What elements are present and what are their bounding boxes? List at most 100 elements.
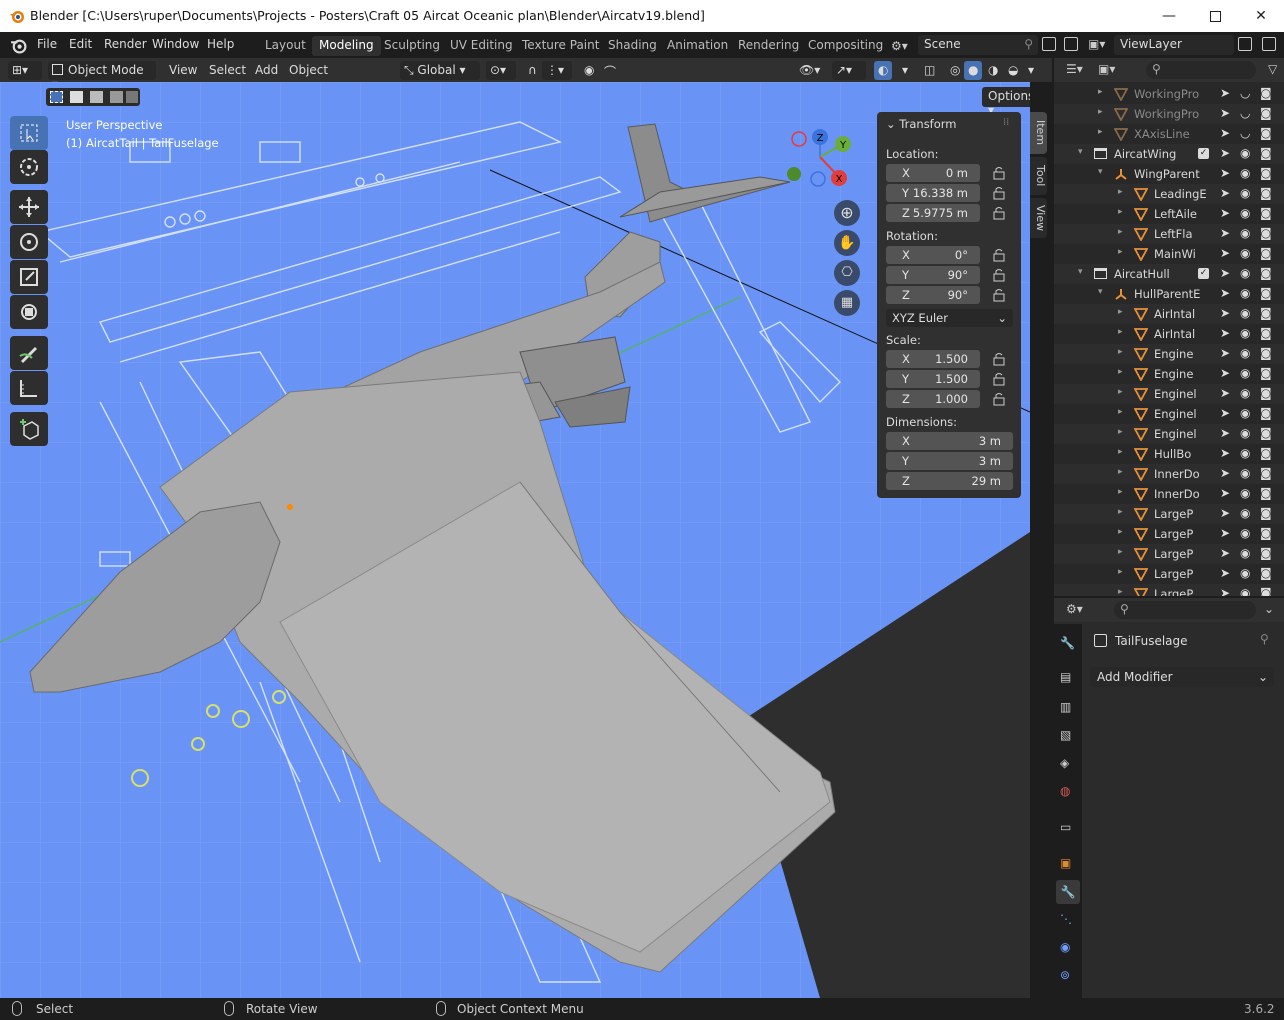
camera-render-icon[interactable]: ◙ [1260,566,1272,580]
chevron-right-icon[interactable]: ▸ [1118,387,1123,397]
location-z-field[interactable]: Z 5.9775 m [886,204,980,222]
select-arrow-icon[interactable]: ➤ [1220,366,1230,380]
shading-material-icon[interactable]: ◑ [984,61,1002,80]
eye-icon[interactable]: ◉ [1240,406,1250,420]
chevron-right-icon[interactable]: ▸ [1118,187,1123,197]
camera-render-icon[interactable]: ◙ [1260,506,1272,520]
hidden-eye-icon[interactable]: ◡ [1240,126,1250,140]
tool-rotate[interactable] [10,225,48,259]
menu-edit[interactable]: Edit [69,37,92,51]
properties-editor-icon[interactable]: ⚙▾ [1066,602,1083,616]
outliner-row[interactable]: ▸ InnerDo ➤ ◉ ◙ [1054,464,1284,484]
eye-icon[interactable]: ◉ [1240,366,1250,380]
outliner-editor-icon[interactable]: ☰▾ [1066,62,1083,76]
outliner-row[interactable]: ▸ LeftAile ➤ ◉ ◙ [1054,204,1284,224]
select-invert-icon[interactable] [110,91,123,103]
gizmo-neg-y[interactable] [787,167,801,181]
select-arrow-icon[interactable]: ➤ [1220,226,1230,240]
falloff-icon[interactable]: ⌒ [600,61,620,80]
outliner-row[interactable]: ▸ Engine ➤ ◉ ◙ [1054,364,1284,384]
dimensions-x-field[interactable]: X 3 m [886,432,1013,450]
dimensions-z-field[interactable]: Z 29 m [886,472,1013,490]
scene-tab-icon[interactable]: ◈ [1060,756,1069,770]
camera-render-icon[interactable]: ◙ [1260,286,1272,300]
chevron-right-icon[interactable]: ▸ [1118,367,1123,377]
outliner-row[interactable]: ▸ LeadingE ➤ ◉ ◙ [1054,184,1284,204]
menu-window[interactable]: Window [152,37,199,51]
menu-view[interactable]: View [165,61,201,80]
minimize-button[interactable]: — [1146,0,1192,32]
camera-render-icon[interactable]: ◙ [1260,266,1272,280]
scale-y-field[interactable]: Y 1.500 [886,370,980,388]
chevron-right-icon[interactable]: ▸ [1118,547,1123,557]
eye-icon[interactable]: ◉ [1240,566,1250,580]
eye-icon[interactable]: ◉ [1240,506,1250,520]
snap-icon[interactable]: ∩ [524,61,541,80]
eye-icon[interactable]: ◉ [1240,206,1250,220]
outliner-row[interactable]: ▸ Enginel ➤ ◉ ◙ [1054,424,1284,444]
eye-icon[interactable]: ◉ [1240,326,1250,340]
select-arrow-icon[interactable]: ➤ [1220,406,1230,420]
select-extend-icon[interactable] [70,91,83,103]
camera-render-icon[interactable]: ◙ [1260,326,1272,340]
checkbox-icon[interactable]: ✓ [1198,268,1209,279]
gizmo-toggle[interactable]: ↗▾ [832,61,866,80]
outliner-row[interactable]: ▸ MainWi ➤ ◉ ◙ [1054,244,1284,264]
select-arrow-icon[interactable]: ➤ [1220,566,1230,580]
location-x-field[interactable]: X 0 m [886,164,980,182]
camera-render-icon[interactable]: ◙ [1260,126,1272,140]
menu-select[interactable]: Select [205,61,250,80]
rotation-z-field[interactable]: Z 90° [886,286,980,304]
chevron-right-icon[interactable]: ▸ [1118,487,1123,497]
overlays-dropdown[interactable]: ▾ [898,61,912,80]
tool-add-cube[interactable] [10,412,48,446]
select-arrow-icon[interactable]: ➤ [1220,286,1230,300]
camera-render-icon[interactable]: ◙ [1260,146,1272,160]
view-layer-tab-icon[interactable]: ▧ [1060,728,1071,742]
camera-render-icon[interactable]: ◙ [1260,206,1272,220]
chevron-right-icon[interactable]: ▸ [1118,587,1123,596]
chevron-right-icon[interactable]: ▸ [1118,507,1123,517]
chevron-right-icon[interactable]: ▸ [1118,207,1123,217]
camera-render-icon[interactable]: ◙ [1260,446,1272,460]
eye-icon[interactable]: ◉ [1240,386,1250,400]
rotation-y-field[interactable]: Y 90° [886,266,980,284]
select-arrow-icon[interactable]: ➤ [1220,106,1230,120]
outliner-row[interactable]: ▸ LargeP ➤ ◉ ◙ [1054,544,1284,564]
menu-file[interactable]: File [37,37,57,51]
properties-search-input[interactable]: ⚲ [1114,601,1256,619]
select-arrow-icon[interactable]: ➤ [1220,166,1230,180]
tool-measure[interactable] [10,371,48,405]
camera-render-icon[interactable]: ◙ [1260,226,1272,240]
chevron-right-icon[interactable]: ▸ [1098,107,1103,117]
select-arrow-icon[interactable]: ➤ [1220,246,1230,260]
navigation-gizmo[interactable]: Z Y X [785,122,855,192]
eye-icon[interactable]: ◉ [1240,166,1250,180]
select-arrow-icon[interactable]: ➤ [1220,126,1230,140]
visibility-icon[interactable]: 👁▾ [795,61,824,80]
camera-render-icon[interactable]: ◙ [1260,106,1272,120]
pivot-point-dropdown[interactable]: ⊙▾ [486,61,516,80]
hidden-eye-icon[interactable]: ◡ [1240,106,1250,120]
options-dropdown[interactable]: Options ▾ [982,87,1030,117]
select-arrow-icon[interactable]: ➤ [1220,266,1230,280]
outliner-row[interactable]: ▾ WingParent ➤ ◉ ◙ [1054,164,1284,184]
filter-icon[interactable]: ▽ [1268,62,1277,76]
tab-layout[interactable]: Layout [258,36,313,56]
pin-icon[interactable]: ⚲ [1260,632,1269,646]
lock-icon[interactable] [992,186,1006,200]
outliner-row[interactable]: ▸ Enginel ➤ ◉ ◙ [1054,384,1284,404]
rotation-mode-dropdown[interactable]: XYZ Euler ⌄ [886,309,1013,327]
eye-icon[interactable]: ◉ [1240,246,1250,260]
shading-rendered-icon[interactable]: ◒ [1004,61,1022,80]
select-arrow-icon[interactable]: ➤ [1220,346,1230,360]
eye-icon[interactable]: ◉ [1240,466,1250,480]
eye-icon[interactable]: ◉ [1240,586,1250,596]
camera-render-icon[interactable]: ◙ [1260,486,1272,500]
physics-tab-icon[interactable]: ◉ [1060,940,1070,954]
checkbox-icon[interactable]: ✓ [1198,148,1209,159]
camera-render-icon[interactable]: ◙ [1260,466,1272,480]
viewlayer-selector[interactable]: ViewLayer [1114,35,1234,55]
tab-uv-editing[interactable]: UV Editing [443,36,520,56]
xray-toggle[interactable]: ◫ [920,61,939,80]
